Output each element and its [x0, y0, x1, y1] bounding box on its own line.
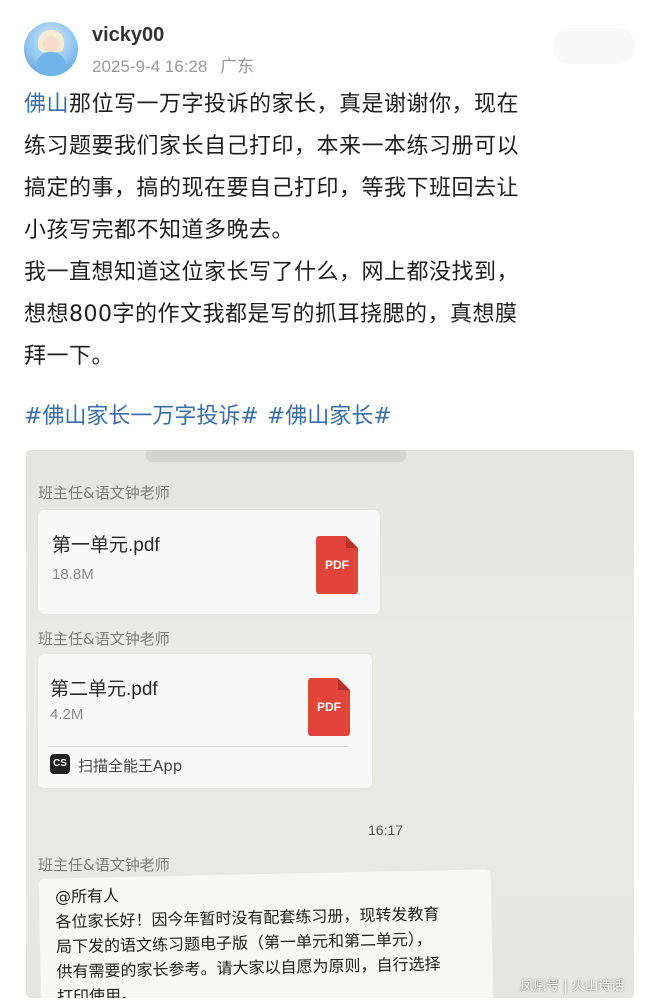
- post-line: 我一直想知道这位家长写了什么，网上都没找到，: [24, 252, 638, 294]
- pdf-icon: PDF: [308, 678, 350, 736]
- post-line-text: 拜一下。: [24, 344, 115, 369]
- post-meta: 2025-9-4 16:28 广东: [92, 52, 262, 77]
- post-line-text: 练习题要我们家长自己打印，本来一本练习册可以: [24, 134, 520, 159]
- post-line: 练习题要我们家长自己打印，本来一本练习册可以: [24, 126, 638, 168]
- camscanner-icon: CS: [50, 754, 70, 774]
- post-line-text: 搞定的事，搞的现在要自己打印，等我下班回去让: [24, 176, 520, 201]
- file-size: 4.2M: [50, 706, 84, 723]
- photo-top-edge: [146, 450, 406, 462]
- follow-button[interactable]: [552, 28, 636, 64]
- pdf-icon: PDF: [316, 536, 358, 594]
- notice-text: @所有人 各位家长好！因今年暂时没有配套练习册，现转发教育 局下发的语文练习题电…: [55, 875, 490, 998]
- post-line: 搞定的事，搞的现在要自己打印，等我下班回去让: [24, 168, 638, 210]
- file-size: 18.8M: [52, 566, 94, 583]
- chat-sender: 班主任&语文钟老师: [38, 856, 170, 874]
- chat-time: 16:17: [368, 822, 404, 838]
- file-name: 第一单元.pdf: [52, 535, 160, 556]
- file-bubble-2: 第二单元.pdf 4.2M PDF CS 扫描全能王App: [38, 654, 372, 788]
- post-line-text: 我一直想知道这位家长写了什么，网上都没找到，: [24, 260, 520, 285]
- hashtag-link[interactable]: #佛山家长#: [267, 404, 392, 429]
- chat-sender: 班主任&语文钟老师: [38, 484, 170, 502]
- post-timestamp: 2025-9-4 16:28: [92, 57, 208, 76]
- post-body: 佛山那位写一万字投诉的家长，真是谢谢你，现在 练习题要我们家长自己打印，本来一本…: [24, 84, 638, 378]
- file-bubble-1: 第一单元.pdf 18.8M PDF: [38, 510, 380, 614]
- hashtags: #佛山家长一万字投诉# #佛山家长#: [24, 396, 400, 438]
- post-line-text: 想想800字的作文我都是写的抓耳挠腮的，真想膜: [24, 302, 518, 327]
- post-line: 小孩写完都不知道多晚去。: [24, 210, 638, 252]
- watermark: 凤凰号 | 火山诗话: [520, 979, 624, 994]
- post-line-text: 那位写一万字投诉的家长，真是谢谢你，现在: [69, 92, 520, 117]
- avatar-dress: [36, 52, 66, 76]
- author-name[interactable]: vicky00: [92, 24, 164, 47]
- post-location: 广东: [220, 57, 255, 76]
- hashtag-link[interactable]: #佛山家长一万字投诉#: [24, 404, 259, 429]
- avatar-face: [43, 36, 59, 52]
- attached-photo[interactable]: 班主任&语文钟老师 第一单元.pdf 18.8M PDF 班主任&语文钟老师 第…: [26, 450, 634, 998]
- post-line: 拜一下。: [24, 336, 638, 378]
- location-link[interactable]: 佛山: [24, 92, 69, 117]
- chat-sender: 班主任&语文钟老师: [38, 630, 170, 648]
- bubble-divider: [48, 746, 348, 747]
- post-line: 佛山那位写一万字投诉的家长，真是谢谢你，现在: [24, 84, 638, 126]
- post-line-text: 小孩写完都不知道多晚去。: [24, 218, 295, 243]
- app-name: 扫描全能王App: [78, 757, 183, 775]
- post-line: 想想800字的作文我都是写的抓耳挠腮的，真想膜: [24, 294, 638, 336]
- avatar[interactable]: [24, 22, 78, 76]
- notice-bubble: @所有人 各位家长好！因今年暂时没有配套练习册，现转发教育 局下发的语文练习题电…: [38, 869, 494, 998]
- file-name: 第二单元.pdf: [50, 679, 158, 700]
